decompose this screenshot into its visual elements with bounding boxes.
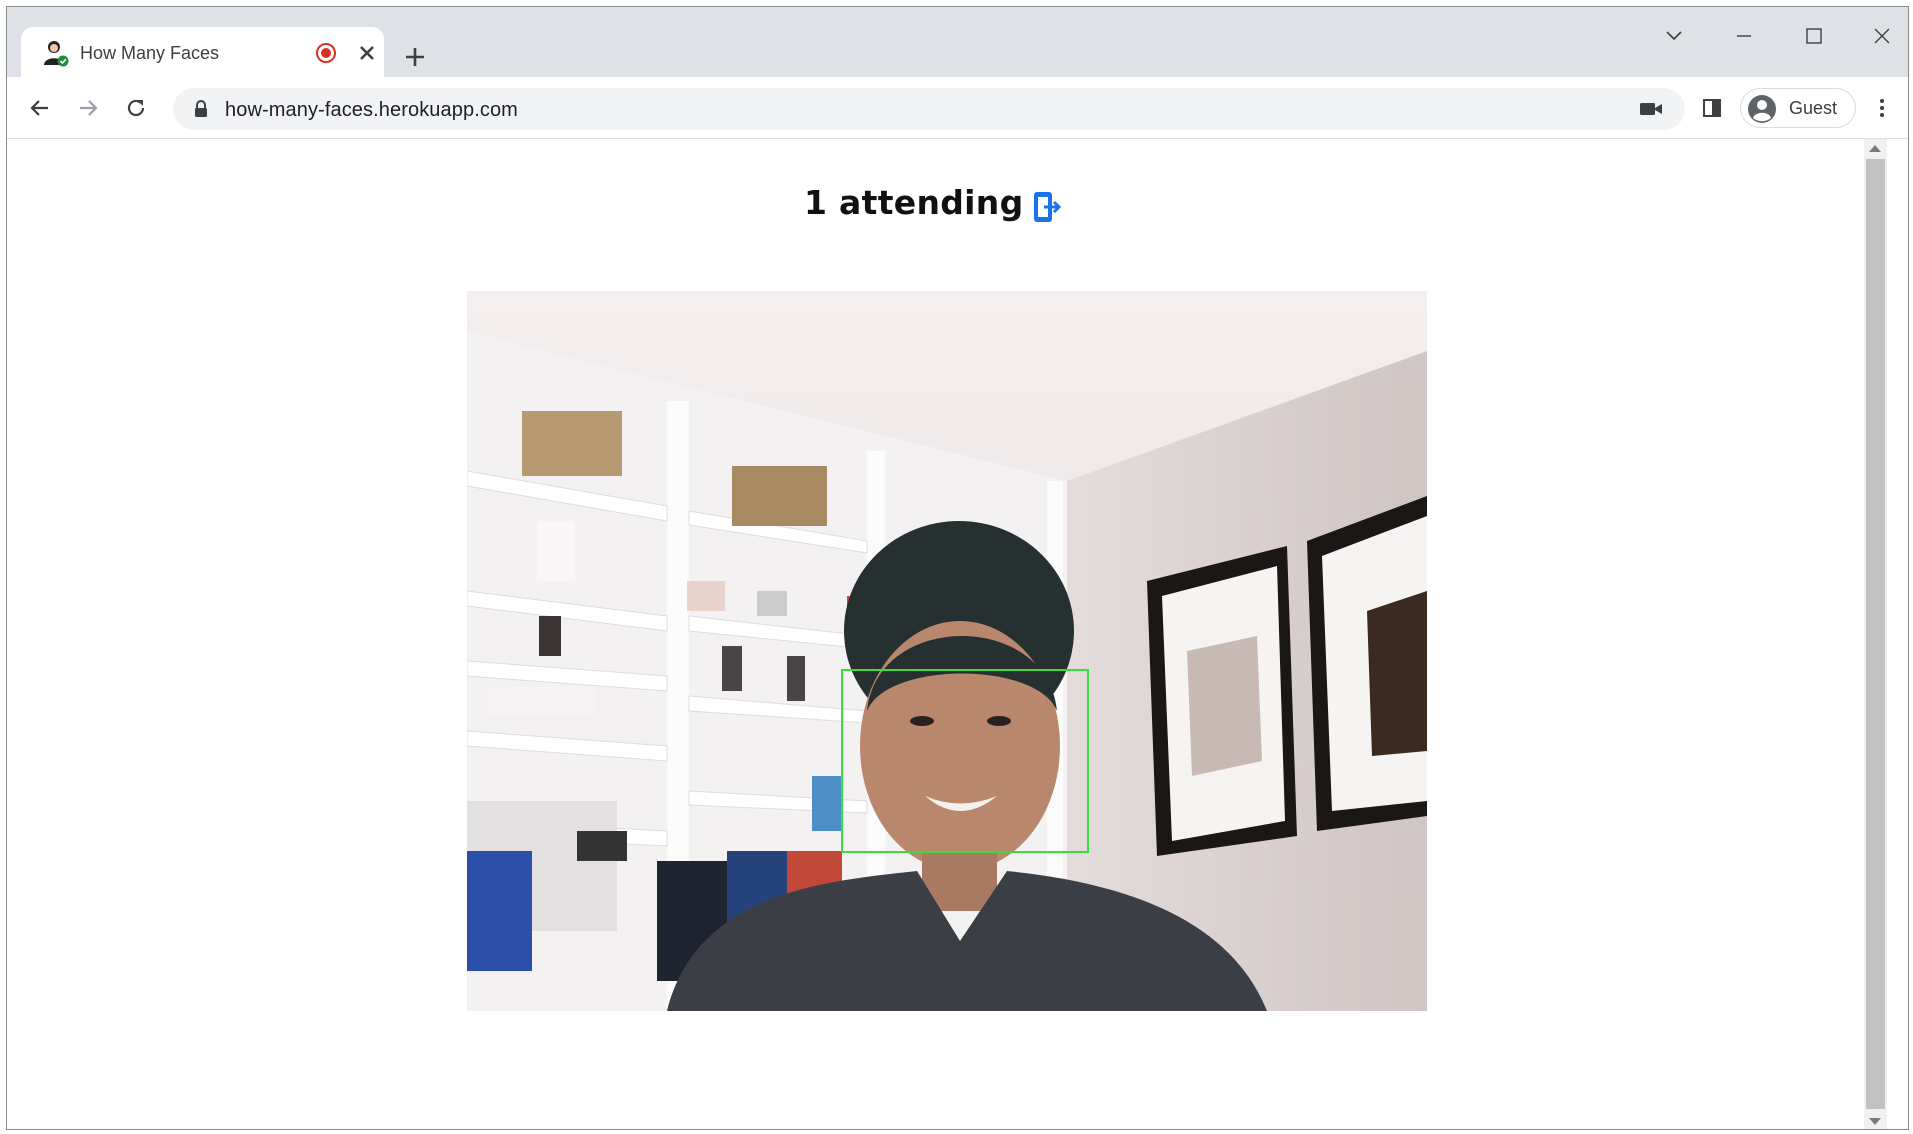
side-panel-button[interactable]	[1695, 91, 1729, 125]
webcam-feed-image	[467, 291, 1427, 1011]
maximize-icon[interactable]	[1799, 21, 1829, 51]
face-detection-box	[841, 669, 1089, 853]
close-window-icon[interactable]	[1867, 21, 1897, 51]
avatar-icon	[1748, 95, 1776, 123]
url-text: how-many-faces.herokuapp.com	[225, 99, 518, 121]
vertical-scrollbar[interactable]	[1864, 139, 1887, 1129]
reload-button[interactable]	[119, 91, 153, 125]
page-viewport: 1 attending	[7, 139, 1887, 1129]
minimize-icon[interactable]	[1729, 21, 1759, 51]
arrow-right-icon	[80, 100, 98, 116]
tab-search-chevron-icon[interactable]	[1659, 21, 1689, 51]
scroll-down-arrow-icon[interactable]	[1869, 1118, 1881, 1125]
back-button[interactable]	[23, 91, 57, 125]
address-bar[interactable]: how-many-faces.herokuapp.com	[173, 88, 1685, 130]
arrow-left-icon	[30, 100, 48, 116]
lock-icon	[195, 100, 207, 117]
scroll-up-arrow-icon[interactable]	[1869, 145, 1881, 152]
new-tab-icon[interactable]	[401, 43, 429, 71]
forward-button[interactable]	[71, 91, 105, 125]
camera-in-use-icon[interactable]	[1639, 99, 1663, 119]
side-panel-icon	[1703, 99, 1721, 117]
webcam-video	[467, 291, 1427, 1011]
recording-indicator-icon	[316, 43, 336, 63]
reload-icon	[127, 99, 145, 117]
more-vertical-icon	[1880, 99, 1884, 117]
profile-label: Guest	[1789, 98, 1838, 118]
close-tab-icon[interactable]	[355, 41, 379, 65]
scroll-thumb[interactable]	[1866, 159, 1885, 1109]
browser-window: How Many Faces how-many-faces.herokuapp.…	[6, 6, 1909, 1130]
browser-toolbar: how-many-faces.herokuapp.com Guest	[7, 77, 1908, 139]
person-check-icon	[44, 41, 69, 67]
tab-strip: How Many Faces	[7, 7, 1908, 77]
browser-tab[interactable]: How Many Faces	[21, 27, 384, 77]
profile-button[interactable]: Guest	[1740, 88, 1856, 128]
exit-icon[interactable]	[1031, 189, 1063, 225]
attending-heading: 1 attending	[804, 183, 1024, 222]
tab-title: How Many Faces	[80, 43, 220, 63]
menu-button[interactable]	[1865, 91, 1899, 125]
